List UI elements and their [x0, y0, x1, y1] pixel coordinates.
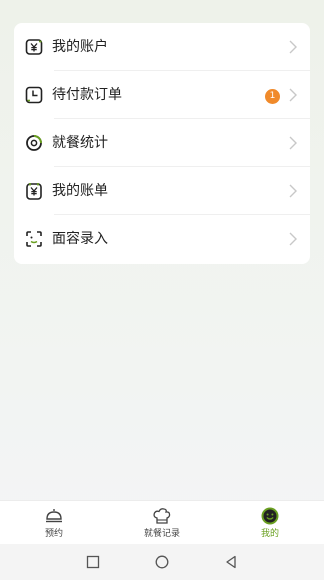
menu-item-pending-orders[interactable]: 待付款订单 1 [14, 71, 310, 119]
system-navigation-bar [0, 544, 324, 580]
clock-icon [24, 85, 44, 105]
bottom-tab-bar: 预约 就餐记录 我的 [0, 500, 324, 544]
menu-item-dining-stats[interactable]: 就餐统计 [14, 119, 310, 167]
chevron-right-icon [289, 88, 297, 102]
yen-wallet-icon [24, 37, 44, 57]
menu-card: 我的账户 待付款订单 1 就餐统计 我的账单 面容录入 [14, 23, 310, 264]
chevron-right-icon [289, 232, 297, 246]
menu-item-my-account[interactable]: 我的账户 [14, 23, 310, 71]
tab-reservation[interactable]: 预约 [14, 501, 94, 545]
menu-item-my-bills[interactable]: 我的账单 [14, 167, 310, 215]
back-icon[interactable] [224, 555, 238, 569]
tab-label: 预约 [44, 529, 63, 539]
donut-chart-icon [24, 133, 44, 153]
smiley-icon [259, 506, 281, 526]
menu-item-label: 就餐统计 [52, 135, 108, 151]
pending-count-badge: 1 [265, 89, 280, 104]
recent-apps-icon[interactable] [86, 555, 100, 569]
chevron-right-icon [289, 136, 297, 150]
menu-item-label: 待付款订单 [52, 87, 122, 103]
tab-label: 就餐记录 [143, 529, 180, 539]
tab-label: 我的 [260, 529, 279, 539]
yen-bill-icon [24, 181, 44, 201]
chevron-right-icon [289, 184, 297, 198]
menu-item-label: 面容录入 [52, 231, 108, 247]
face-scan-icon [24, 229, 44, 249]
home-icon[interactable] [155, 555, 169, 569]
cloche-icon [43, 506, 65, 526]
tab-mine[interactable]: 我的 [230, 501, 310, 545]
chef-hat-icon [151, 506, 173, 526]
chevron-right-icon [289, 40, 297, 54]
menu-item-label: 我的账户 [52, 39, 108, 55]
menu-item-face-enroll[interactable]: 面容录入 [14, 215, 310, 263]
tab-dining-records[interactable]: 就餐记录 [122, 501, 202, 545]
menu-item-label: 我的账单 [52, 183, 108, 199]
